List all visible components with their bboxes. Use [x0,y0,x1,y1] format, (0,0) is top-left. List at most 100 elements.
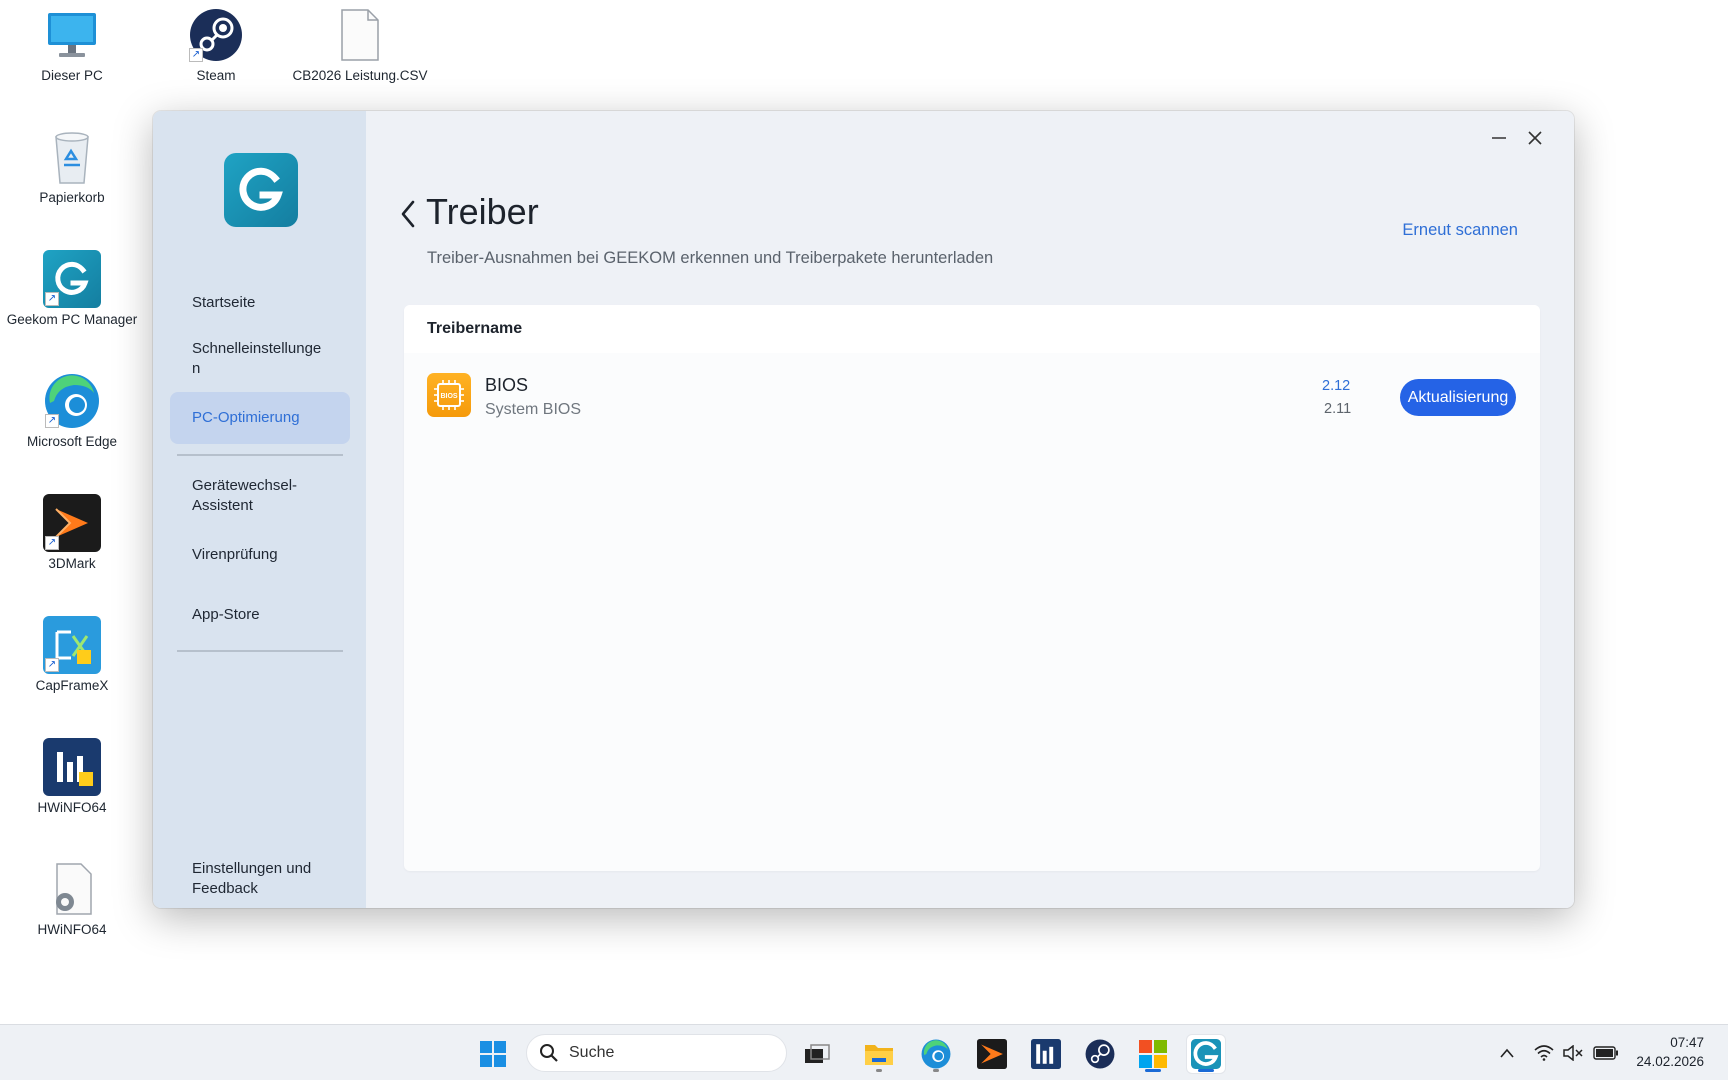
sidebar-item-einstellungen-feedback[interactable]: Einstellungen und Feedback [170,853,350,905]
desktop-icon-label: HWiNFO64 [37,922,107,937]
capframex-icon: ↗ [43,616,101,674]
main-content: Treiber Treiber-Ausnahmen bei GEEKOM erk… [366,111,1574,908]
wifi-icon[interactable] [1533,1042,1555,1064]
taskbar-task-view[interactable] [798,1035,836,1073]
speaker-muted-icon[interactable] [1562,1042,1584,1064]
desktop-icon-papierkorb[interactable]: Papierkorb [2,128,142,205]
geekom-logo-icon [224,153,298,227]
desktop-icon-label: Dieser PC [41,68,103,83]
desktop-icon-edge[interactable]: ↗ Microsoft Edge [2,372,142,449]
driver-table: Treibername BIOS BIOS System BIOS 2.12 2… [404,305,1540,871]
steam-icon [1085,1039,1115,1069]
bios-chip-icon: BIOS [427,373,471,417]
taskbar-steam[interactable] [1081,1035,1119,1073]
desktop-icon-label: Papierkorb [39,190,105,205]
desktop-icon-label: HWiNFO64 [37,800,107,815]
desktop-icon-csv-file[interactable]: CB2026 Leistung.CSV [290,6,430,83]
table-row: BIOS BIOS System BIOS 2.12 2.11 Aktualis… [404,353,1540,443]
show-hidden-icons-button[interactable] [1496,1042,1518,1064]
table-header: Treibername [404,305,1540,353]
desktop-icon-3dmark[interactable]: ↗ 3DMark [2,494,142,571]
chevron-up-icon [1500,1048,1514,1058]
desktop-icon-hwinfo[interactable]: HWiNFO64 [2,738,142,815]
geekom-icon: ↗ [43,250,101,308]
sidebar-item-label: Startseite [192,294,256,311]
sidebar-item-label: Schnelleinstellunge n [192,340,322,377]
sidebar-item-pc-optimierung[interactable]: PC-Optimierung [170,392,350,444]
store-icon [1139,1040,1167,1068]
computer-icon [43,6,101,64]
sidebar-item-label: Virenprüfung [192,546,278,563]
settings-file-icon [43,860,101,918]
shortcut-arrow-icon: ↗ [45,536,59,550]
system-clock[interactable]: 07:47 24.02.2026 [1636,1033,1704,1071]
desktop-icon-hwinfo-settings[interactable]: HWiNFO64 [2,860,142,937]
clock-time: 07:47 [1670,1035,1704,1050]
clock-date: 24.02.2026 [1636,1054,1704,1069]
taskbar-search[interactable]: Suche [526,1034,787,1072]
sidebar-item-schnelleinstellungen[interactable]: Schnelleinstellunge n [170,333,350,385]
desktop-icon-label: Microsoft Edge [26,434,118,449]
minimize-icon [1492,137,1506,139]
taskbar-geekom[interactable] [1187,1035,1225,1073]
geekom-pc-manager-window: Startseite Schnelleinstellunge n PC-Opti… [153,111,1574,908]
task-view-icon [805,1044,830,1063]
running-indicator [933,1069,939,1072]
geekom-icon [1191,1039,1221,1069]
running-indicator [876,1069,882,1072]
sidebar-divider [177,650,343,652]
bios-icon-text: BIOS [440,393,457,400]
desktop-icon-steam[interactable]: ↗ Steam [146,6,286,83]
search-icon [540,1044,558,1062]
desktop-icon-dieser-pc[interactable]: Dieser PC [2,6,142,83]
start-button[interactable] [474,1035,512,1073]
sidebar-item-startseite[interactable]: Startseite [170,286,350,320]
sidebar-item-geraetewechsel-assistent[interactable]: Gerätewechsel-Assistent [170,470,350,522]
taskbar-microsoft-store[interactable] [1134,1035,1172,1073]
shortcut-arrow-icon: ↗ [45,292,59,306]
update-button[interactable]: Aktualisierung [1400,379,1516,416]
column-header-treibername: Treibername [427,320,523,337]
desktop-icon-label: 3DMark [48,556,96,571]
hwinfo-icon [43,738,101,796]
minimize-button[interactable] [1484,123,1514,153]
desktop-icon-label: Steam [196,68,236,83]
sidebar-divider [177,454,343,456]
desktop-icon-label: CapFrameX [35,678,109,693]
desktop-icon-geekom[interactable]: ↗ Geekom PC Manager [2,250,142,327]
folder-icon [865,1045,893,1065]
rescan-link[interactable]: Erneut scannen [1402,221,1518,240]
driver-description: System BIOS [485,401,582,418]
close-button[interactable] [1520,123,1550,153]
battery-icon[interactable] [1592,1042,1620,1064]
shortcut-arrow-icon: ↗ [45,414,59,428]
recycle-bin-icon [43,128,101,186]
taskbar-file-explorer[interactable] [860,1035,898,1073]
taskbar-hwinfo[interactable] [1027,1035,1065,1073]
sidebar-item-label: PC-Optimierung [192,409,300,426]
sidebar-item-label: Einstellungen und Feedback [192,860,312,897]
running-indicator [1145,1069,1161,1072]
back-button[interactable] [396,197,420,231]
running-indicator [1198,1069,1214,1072]
sidebar-item-app-store[interactable]: App-Store [170,598,350,632]
hwinfo-icon [1031,1039,1061,1069]
taskbar-edge[interactable] [917,1035,955,1073]
3dmark-icon: ↗ [43,494,101,552]
edge-icon: ↗ [43,372,101,430]
new-version: 2.12 [1322,378,1351,394]
sidebar-item-label: Gerätewechsel-Assistent [192,477,298,514]
taskbar-3dmark[interactable] [973,1035,1011,1073]
sidebar-item-virenpruefung[interactable]: Virenprüfung [170,538,350,572]
shortcut-arrow-icon: ↗ [189,48,203,62]
desktop-icon-capframex[interactable]: ↗ CapFrameX [2,616,142,693]
driver-name: BIOS [485,375,529,395]
windows-logo-icon [480,1041,506,1067]
desktop-icon-label: CB2026 Leistung.CSV [292,68,428,83]
shortcut-arrow-icon: ↗ [45,658,59,672]
search-placeholder: Suche [569,1044,615,1061]
sidebar-item-label: App-Store [192,606,260,623]
steam-icon: ↗ [187,6,245,64]
close-icon [1528,131,1542,145]
page-subtitle: Treiber-Ausnahmen bei GEEKOM erkennen un… [427,249,994,267]
